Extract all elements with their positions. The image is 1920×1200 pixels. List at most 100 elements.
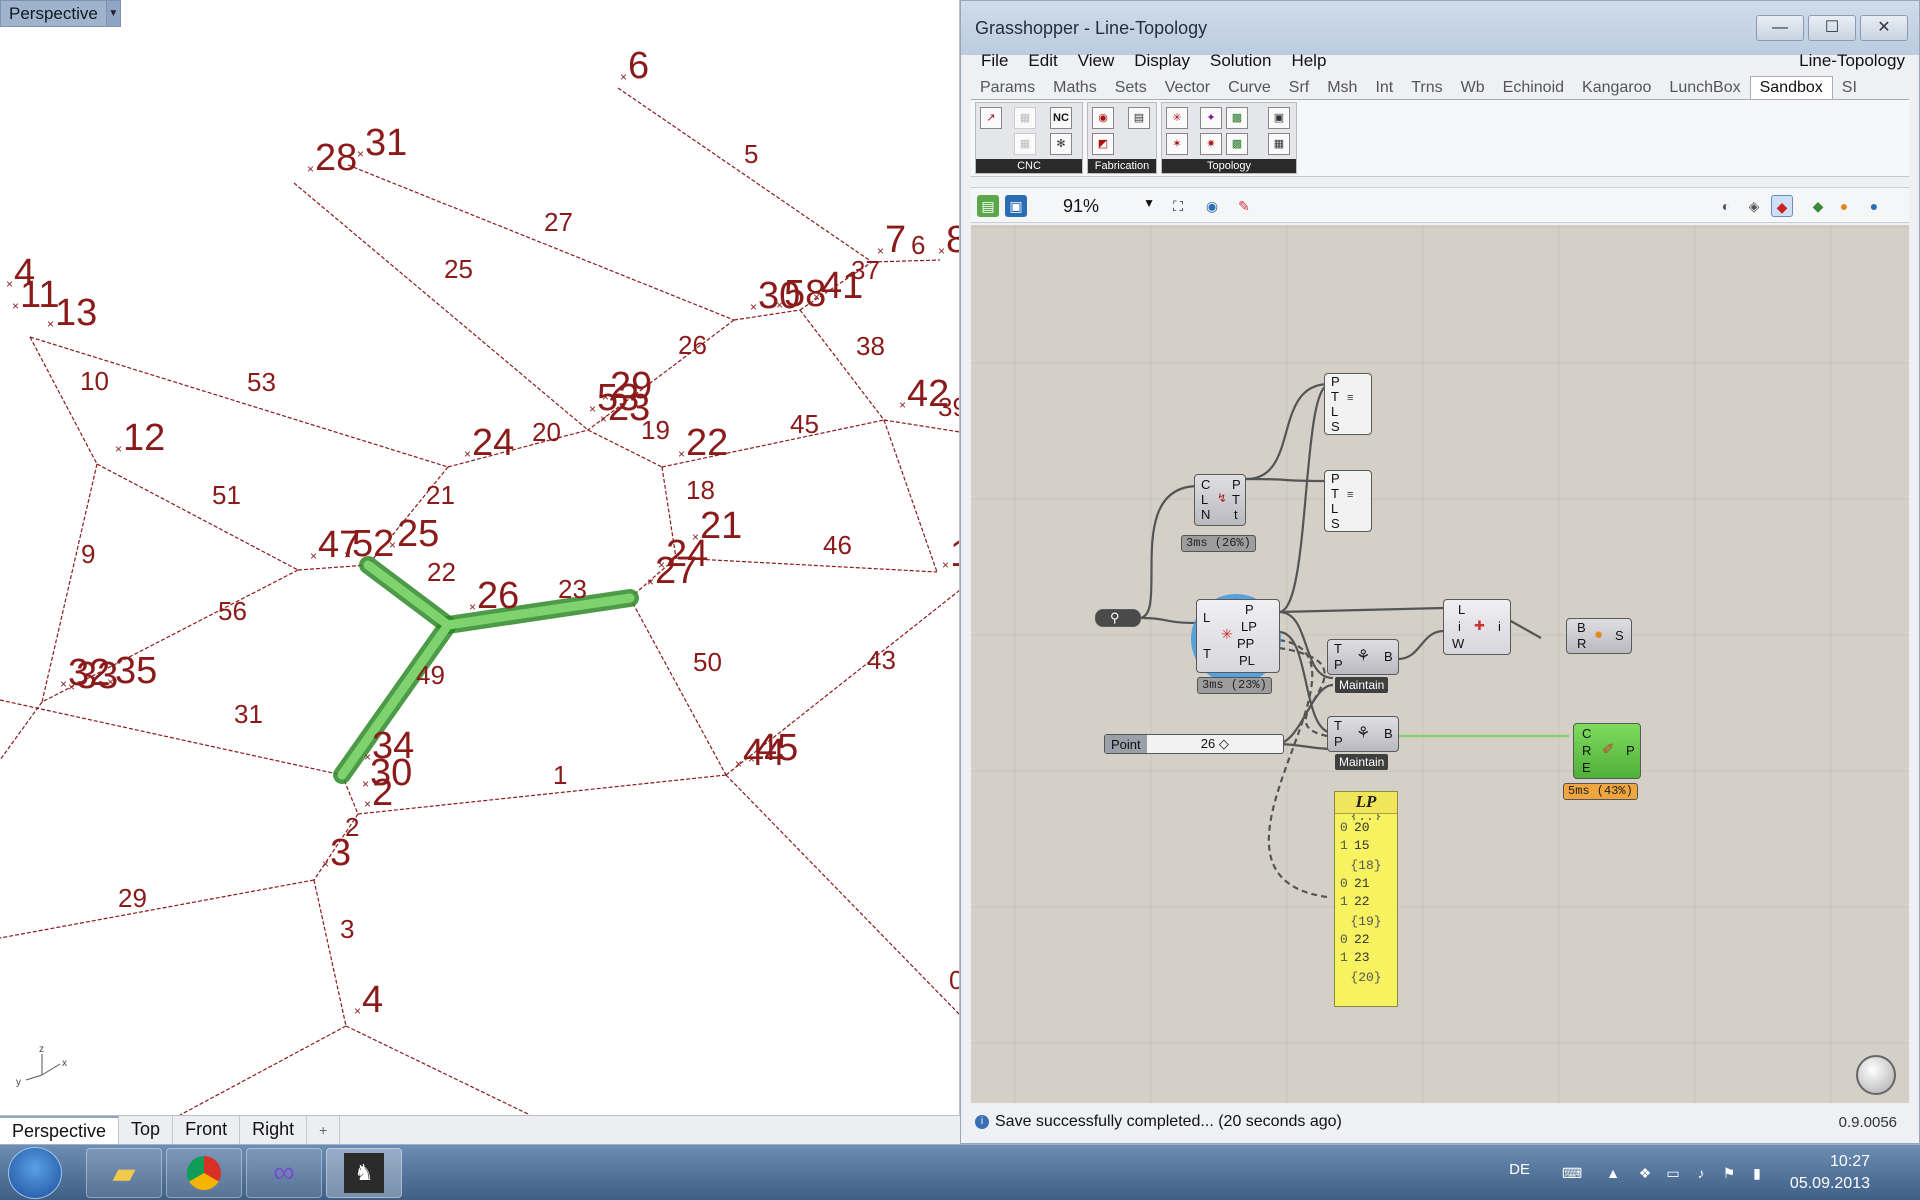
- input-p[interactable]: P: [1334, 734, 1343, 749]
- output-p[interactable]: P: [1626, 743, 1635, 758]
- show-hidden-icons-icon[interactable]: ▲: [1604, 1164, 1622, 1182]
- input-w[interactable]: W: [1452, 636, 1464, 651]
- tab-sandbox[interactable]: Sandbox: [1749, 76, 1833, 99]
- grid-topology-icon[interactable]: ▦: [1268, 133, 1290, 155]
- menu-view[interactable]: View: [1068, 51, 1125, 71]
- tab-echinoid[interactable]: Echinoid: [1494, 79, 1573, 99]
- tab-front[interactable]: Front: [173, 1116, 241, 1144]
- output-pp[interactable]: PP: [1237, 636, 1254, 651]
- input-p[interactable]: P: [1334, 657, 1343, 672]
- input-l[interactable]: L: [1331, 404, 1338, 419]
- cnc-gear-icon[interactable]: ✻: [1050, 133, 1072, 155]
- edge-topology-icon[interactable]: ▩: [1226, 133, 1248, 155]
- preview-selected-icon[interactable]: ◆: [1771, 195, 1793, 217]
- polygon-topology-icon[interactable]: ✦: [1200, 107, 1222, 129]
- volume-icon[interactable]: ♪: [1692, 1164, 1710, 1182]
- start-button[interactable]: [8, 1147, 62, 1199]
- input-t[interactable]: T: [1331, 389, 1339, 404]
- input-p[interactable]: P: [1331, 471, 1340, 486]
- tab-sets[interactable]: Sets: [1106, 79, 1156, 99]
- curve-parameter-component[interactable]: C L N P T t ↯: [1194, 474, 1246, 526]
- input-c[interactable]: C: [1582, 726, 1591, 741]
- input-c[interactable]: C: [1201, 477, 1210, 492]
- system-clock[interactable]: 10:27 05.09.2013: [1790, 1151, 1870, 1195]
- menu-solution[interactable]: Solution: [1200, 51, 1281, 71]
- line-topology-component[interactable]: L T P LP PP PL ✳: [1196, 599, 1280, 673]
- menu-edit[interactable]: Edit: [1018, 51, 1067, 71]
- panel-label-fabrication[interactable]: Fabrication: [1088, 159, 1156, 173]
- tab-right[interactable]: Right: [240, 1116, 308, 1144]
- chevron-down-icon[interactable]: ▼: [1143, 196, 1155, 210]
- point-topology-icon[interactable]: ✶: [1166, 133, 1188, 155]
- viewport-title-button[interactable]: Perspective ▼: [0, 0, 121, 27]
- tab-perspective[interactable]: Perspective: [0, 1116, 120, 1144]
- output-b[interactable]: B: [1384, 726, 1393, 741]
- zoom-extents-icon[interactable]: ⛶: [1167, 195, 1189, 217]
- visual-studio-taskbar-button[interactable]: ∞: [246, 1148, 322, 1198]
- input-t[interactable]: T: [1203, 646, 1211, 661]
- chevron-down-icon[interactable]: ▼: [105, 1, 120, 26]
- add-viewport-tab-icon[interactable]: +: [307, 1116, 341, 1144]
- output-p[interactable]: P: [1245, 602, 1254, 617]
- line-input-param[interactable]: ⚲: [1095, 609, 1141, 627]
- menu-display[interactable]: Display: [1124, 51, 1200, 71]
- tab-trns[interactable]: Trns: [1402, 79, 1451, 99]
- maintain-component-a[interactable]: T P B ⚘: [1327, 639, 1399, 675]
- material-green-icon[interactable]: ◆: [1807, 195, 1829, 217]
- keyboard-icon[interactable]: ⌨: [1562, 1164, 1582, 1182]
- zoom-dropdown[interactable]: 91% ▼: [1055, 194, 1159, 218]
- input-b[interactable]: B: [1577, 620, 1586, 635]
- cnc-grid-icon[interactable]: ▦: [1014, 107, 1036, 129]
- input-t[interactable]: T: [1334, 718, 1342, 733]
- maintain-component-b[interactable]: T P B ⚘: [1327, 716, 1399, 752]
- tab-si[interactable]: SI: [1833, 79, 1866, 99]
- menu-file[interactable]: File: [971, 51, 1018, 71]
- tab-int[interactable]: Int: [1366, 79, 1402, 99]
- input-s[interactable]: S: [1331, 516, 1340, 531]
- output-t-param[interactable]: t: [1234, 507, 1238, 522]
- input-e[interactable]: E: [1582, 760, 1591, 775]
- input-l[interactable]: L: [1203, 610, 1210, 625]
- nc-code-icon[interactable]: NC: [1050, 107, 1072, 129]
- face-topology-icon[interactable]: ▣: [1268, 107, 1290, 129]
- input-n[interactable]: N: [1201, 507, 1210, 522]
- input-p[interactable]: P: [1331, 374, 1340, 389]
- output-s[interactable]: S: [1615, 628, 1624, 643]
- close-button[interactable]: ✕: [1860, 15, 1908, 41]
- tab-maths[interactable]: Maths: [1044, 79, 1106, 99]
- input-i[interactable]: i: [1458, 619, 1461, 634]
- input-l[interactable]: L: [1331, 501, 1338, 516]
- cnc-pattern-icon[interactable]: ▦: [1014, 133, 1036, 155]
- minimize-button[interactable]: —: [1756, 15, 1804, 41]
- viewport-title[interactable]: Perspective: [1, 4, 106, 24]
- rhino-taskbar-button[interactable]: ♞: [326, 1148, 402, 1198]
- open-file-icon[interactable]: ▤: [977, 195, 999, 217]
- grasshopper-canvas[interactable]: ⚲ C L N P T t ↯ 3ms (26%) P T L S ≡ P T …: [971, 225, 1909, 1103]
- material-sphere-icon[interactable]: ●: [1833, 195, 1855, 217]
- tab-top[interactable]: Top: [119, 1116, 174, 1144]
- input-t[interactable]: T: [1331, 486, 1339, 501]
- tab-lunchbox[interactable]: LunchBox: [1660, 79, 1749, 99]
- list-viewer-a[interactable]: P T L S ≡: [1324, 373, 1372, 435]
- preview-shaded-icon[interactable]: ◈: [1743, 195, 1765, 217]
- canvas-navigation-icon[interactable]: [1856, 1055, 1896, 1095]
- vertex-topology-icon[interactable]: ✷: [1200, 133, 1222, 155]
- input-r[interactable]: R: [1582, 743, 1591, 758]
- zoom-value[interactable]: 91%: [1063, 196, 1099, 217]
- output-pl[interactable]: PL: [1239, 653, 1255, 668]
- action-center-flag-icon[interactable]: ⚑: [1720, 1164, 1738, 1182]
- preview-wireframe-icon[interactable]: ◐: [1715, 195, 1737, 217]
- sketch-pen-icon[interactable]: ✎: [1233, 195, 1255, 217]
- tab-vector[interactable]: Vector: [1156, 79, 1219, 99]
- language-indicator[interactable]: DE: [1509, 1161, 1530, 1178]
- solid-component[interactable]: B R S ●: [1566, 618, 1632, 654]
- lp-output-panel[interactable]: LP {..} 020 115 {18} 021 122 {19} 022 12…: [1334, 791, 1398, 1007]
- tab-msh[interactable]: Msh: [1318, 79, 1366, 99]
- menu-help[interactable]: Help: [1281, 51, 1336, 71]
- input-r[interactable]: R: [1577, 636, 1586, 651]
- fabrication-layout-icon[interactable]: ▤: [1128, 107, 1150, 129]
- list-item-component[interactable]: L i W i ✚: [1443, 599, 1511, 655]
- cnc-path-icon[interactable]: ↗: [980, 107, 1002, 129]
- preview-eye-icon[interactable]: ◉: [1201, 195, 1223, 217]
- fabrication-unroll-icon[interactable]: ◩: [1092, 133, 1114, 155]
